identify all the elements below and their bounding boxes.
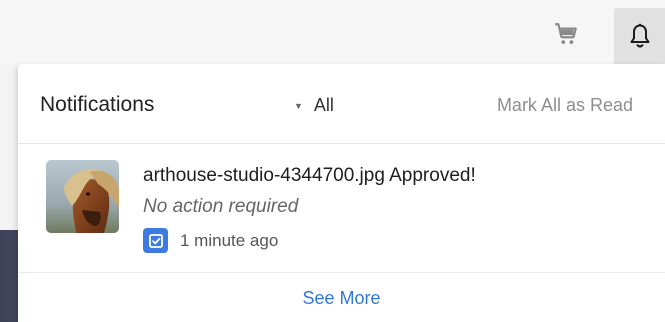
- notification-item[interactable]: arthouse-studio-4344700.jpg Approved! No…: [18, 144, 665, 273]
- notifications-title: Notifications: [40, 93, 155, 116]
- mark-all-read-button[interactable]: Mark All as Read: [497, 95, 633, 116]
- cart-icon: [555, 23, 577, 44]
- notification-time: 1 minute ago: [180, 230, 279, 250]
- notifications-panel: Notifications ▼ All Mark All as Read art…: [18, 64, 665, 322]
- notifications-header: Notifications ▼ All Mark All as Read: [18, 64, 665, 144]
- horse-photo: [46, 160, 119, 233]
- notifications-bell-button[interactable]: [614, 8, 665, 64]
- notification-filter-dropdown[interactable]: ▼ All: [294, 95, 334, 116]
- see-more-link[interactable]: See More: [18, 274, 665, 322]
- notification-title: arthouse-studio-4344700.jpg Approved!: [143, 165, 476, 186]
- cart-button[interactable]: [552, 20, 580, 48]
- bell-icon: [630, 23, 649, 48]
- notification-subtitle: No action required: [143, 196, 299, 217]
- caret-down-icon: ▼: [294, 100, 303, 111]
- filter-value: All: [313, 95, 334, 115]
- notification-thumbnail: [46, 160, 119, 233]
- approved-check-icon: [143, 228, 168, 253]
- top-bar: [0, 0, 665, 64]
- notification-meta: 1 minute ago: [143, 228, 278, 253]
